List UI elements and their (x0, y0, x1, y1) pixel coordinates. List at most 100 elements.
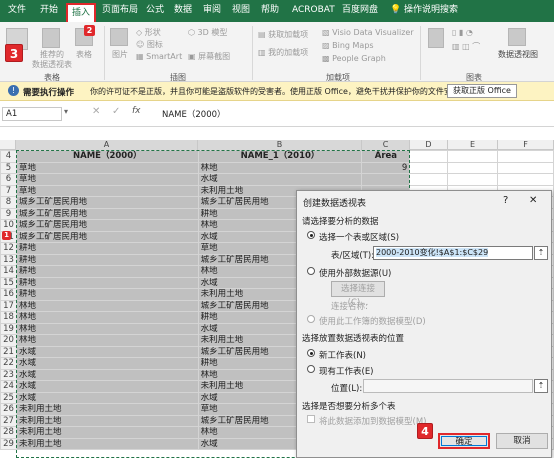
cell[interactable] (447, 173, 499, 186)
row-header[interactable]: 24 (0, 380, 17, 393)
cell-b[interactable]: 林地 (197, 161, 363, 174)
cell[interactable] (497, 161, 554, 174)
row-header[interactable]: 14 (0, 265, 17, 278)
tell-me-search[interactable]: 操作说明搜索 (404, 4, 458, 16)
3d-models-button[interactable]: ⬡ 3D 模型 (188, 28, 227, 38)
row-header[interactable]: 22 (0, 357, 17, 370)
name-box-dropdown-icon[interactable]: ▾ (64, 107, 68, 116)
cell-a[interactable]: 林地 (15, 322, 199, 335)
cell-c[interactable]: 9 (361, 161, 411, 174)
column-header-f[interactable]: F (498, 140, 554, 150)
table-label[interactable]: 表格 (76, 50, 92, 60)
smartart-button[interactable]: ▦ SmartArt (136, 52, 182, 62)
help-icon[interactable]: ? (503, 195, 508, 206)
cell[interactable] (447, 161, 499, 174)
cell-a[interactable]: 林地 (15, 311, 199, 324)
cell-a[interactable]: 林地 (15, 299, 199, 312)
choose-connection-button[interactable]: 选择连接(C)... (331, 281, 385, 308)
tab-view[interactable]: 视图 (232, 4, 250, 16)
get-addins-button[interactable]: ▤ 获取加载项 (258, 30, 308, 40)
row-header[interactable]: 13 (0, 253, 17, 266)
column-header-a[interactable]: A (16, 140, 198, 150)
row-header[interactable]: 8 (0, 196, 17, 209)
tab-baidu[interactable]: 百度网盘 (342, 4, 378, 16)
row-header[interactable]: 26 (0, 403, 17, 416)
range-input[interactable]: 2000-2010变化!$A$1:$C$29 (373, 246, 533, 260)
cell-a[interactable]: 水域 (15, 345, 199, 358)
radio-data-model[interactable] (307, 315, 315, 323)
row-header[interactable]: 20 (0, 334, 17, 347)
name-box[interactable]: A1 (2, 107, 62, 121)
people-graph-button[interactable]: ▩ People Graph (322, 54, 386, 64)
shapes-button[interactable]: ◇ 形状 (136, 28, 161, 38)
row-header[interactable]: 21 (0, 345, 17, 358)
cell-a[interactable]: 城乡工矿居民用地 (15, 230, 199, 243)
cell[interactable] (409, 150, 449, 163)
tab-page-layout[interactable]: 页面布局 (102, 4, 138, 16)
cell-a[interactable]: 水域 (15, 368, 199, 381)
cell-a[interactable]: 城乡工矿居民用地 (15, 219, 199, 232)
row-header[interactable]: 19 (0, 322, 17, 335)
row-header[interactable]: 4 (0, 150, 17, 163)
cell-a[interactable]: 未利用土地 (15, 414, 199, 427)
chart-types-icon-2[interactable]: ▥ ◫ ⌒ (452, 42, 480, 52)
chart-types-icon[interactable]: ▯ ▮ ◔ (452, 28, 473, 38)
cell-a[interactable]: 耕地 (15, 288, 199, 301)
cell-a[interactable]: 水域 (15, 380, 199, 393)
radio-select-range[interactable] (307, 231, 315, 239)
visio-button[interactable]: ▧ Visio Data Visualizer (322, 28, 414, 38)
cell-a[interactable]: 草地 (15, 161, 199, 174)
check-icon[interactable]: ✓ (112, 106, 120, 117)
recommended-charts-icon[interactable] (428, 28, 444, 48)
tab-file[interactable]: 文件 (8, 4, 26, 16)
header-cell-b[interactable]: NAME_1（2010） (197, 150, 363, 163)
get-genuine-button[interactable]: 获取正版 Office (447, 84, 517, 98)
column-header-c[interactable]: C (362, 140, 410, 150)
column-header-d[interactable]: D (410, 140, 448, 150)
cell[interactable] (409, 173, 449, 186)
tab-acrobat[interactable]: ACROBAT (292, 4, 335, 16)
cell-b[interactable]: 水域 (197, 173, 363, 186)
cell-a[interactable]: 耕地 (15, 253, 199, 266)
range-picker-icon[interactable]: ⇡ (534, 246, 548, 260)
row-header[interactable]: 17 (0, 299, 17, 312)
recommended-pivot-icon[interactable] (42, 28, 60, 48)
row-header[interactable]: 7 (0, 184, 17, 197)
cell-c[interactable] (361, 173, 411, 186)
row-header[interactable]: 10 (0, 219, 17, 232)
row-header[interactable]: 29 (0, 437, 17, 450)
cell-a[interactable]: 未利用土地 (15, 437, 199, 450)
cell[interactable] (409, 161, 449, 174)
row-header[interactable]: 9 (0, 207, 17, 220)
cell[interactable] (447, 150, 499, 163)
cell-a[interactable]: 水域 (15, 391, 199, 404)
cell-a[interactable]: 耕地 (15, 242, 199, 255)
icons-button[interactable]: ☺ 图标 (136, 40, 163, 50)
cell-a[interactable]: 未利用土地 (15, 426, 199, 439)
row-header[interactable]: 18 (0, 311, 17, 324)
row-header[interactable]: 23 (0, 368, 17, 381)
pivot-chart-icon[interactable] (508, 28, 526, 46)
cell-a[interactable]: 未利用土地 (15, 403, 199, 416)
location-picker-icon[interactable]: ⇡ (534, 379, 548, 393)
header-cell-c[interactable]: Area (361, 150, 411, 163)
function-icon[interactable]: fx (132, 106, 141, 116)
cell-a[interactable]: 水域 (15, 357, 199, 370)
close-icon[interactable]: ✕ (529, 195, 537, 206)
row-header[interactable]: 25 (0, 391, 17, 404)
pictures-icon[interactable] (110, 28, 128, 46)
column-header-b[interactable]: B (198, 140, 362, 150)
cell-a[interactable]: 耕地 (15, 265, 199, 278)
tab-help[interactable]: 帮助 (261, 4, 279, 16)
tab-home[interactable]: 开始 (40, 4, 58, 16)
ok-button[interactable]: 确定 (438, 433, 490, 449)
pivot-chart-label[interactable]: 数据透视图 (498, 50, 538, 60)
header-cell-a[interactable]: NAME（2000） (15, 150, 199, 163)
tab-formulas[interactable]: 公式 (146, 4, 164, 16)
checkbox-add-model[interactable] (307, 415, 315, 423)
cancel-icon[interactable]: ✕ (92, 106, 100, 117)
formula-input[interactable]: NAME（2000） (162, 108, 226, 120)
location-input[interactable] (363, 379, 533, 393)
recommended-pivot-label[interactable]: 推荐的 数据透视表 (32, 50, 72, 70)
cell-a[interactable]: 城乡工矿居民用地 (15, 207, 199, 220)
